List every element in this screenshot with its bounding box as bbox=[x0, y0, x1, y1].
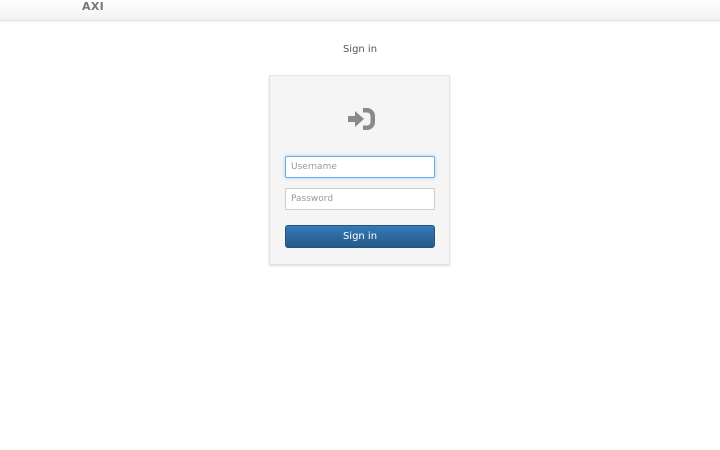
sign-in-button[interactable]: Sign in bbox=[285, 225, 435, 248]
sign-in-icon bbox=[348, 108, 375, 130]
page-title: Sign in bbox=[342, 44, 378, 55]
login-panel: Sign in bbox=[269, 75, 450, 265]
top-navbar: AXI bbox=[0, 0, 720, 21]
brand-logo[interactable]: AXI bbox=[82, 0, 104, 14]
password-input[interactable] bbox=[285, 188, 435, 210]
username-input[interactable] bbox=[285, 156, 435, 178]
